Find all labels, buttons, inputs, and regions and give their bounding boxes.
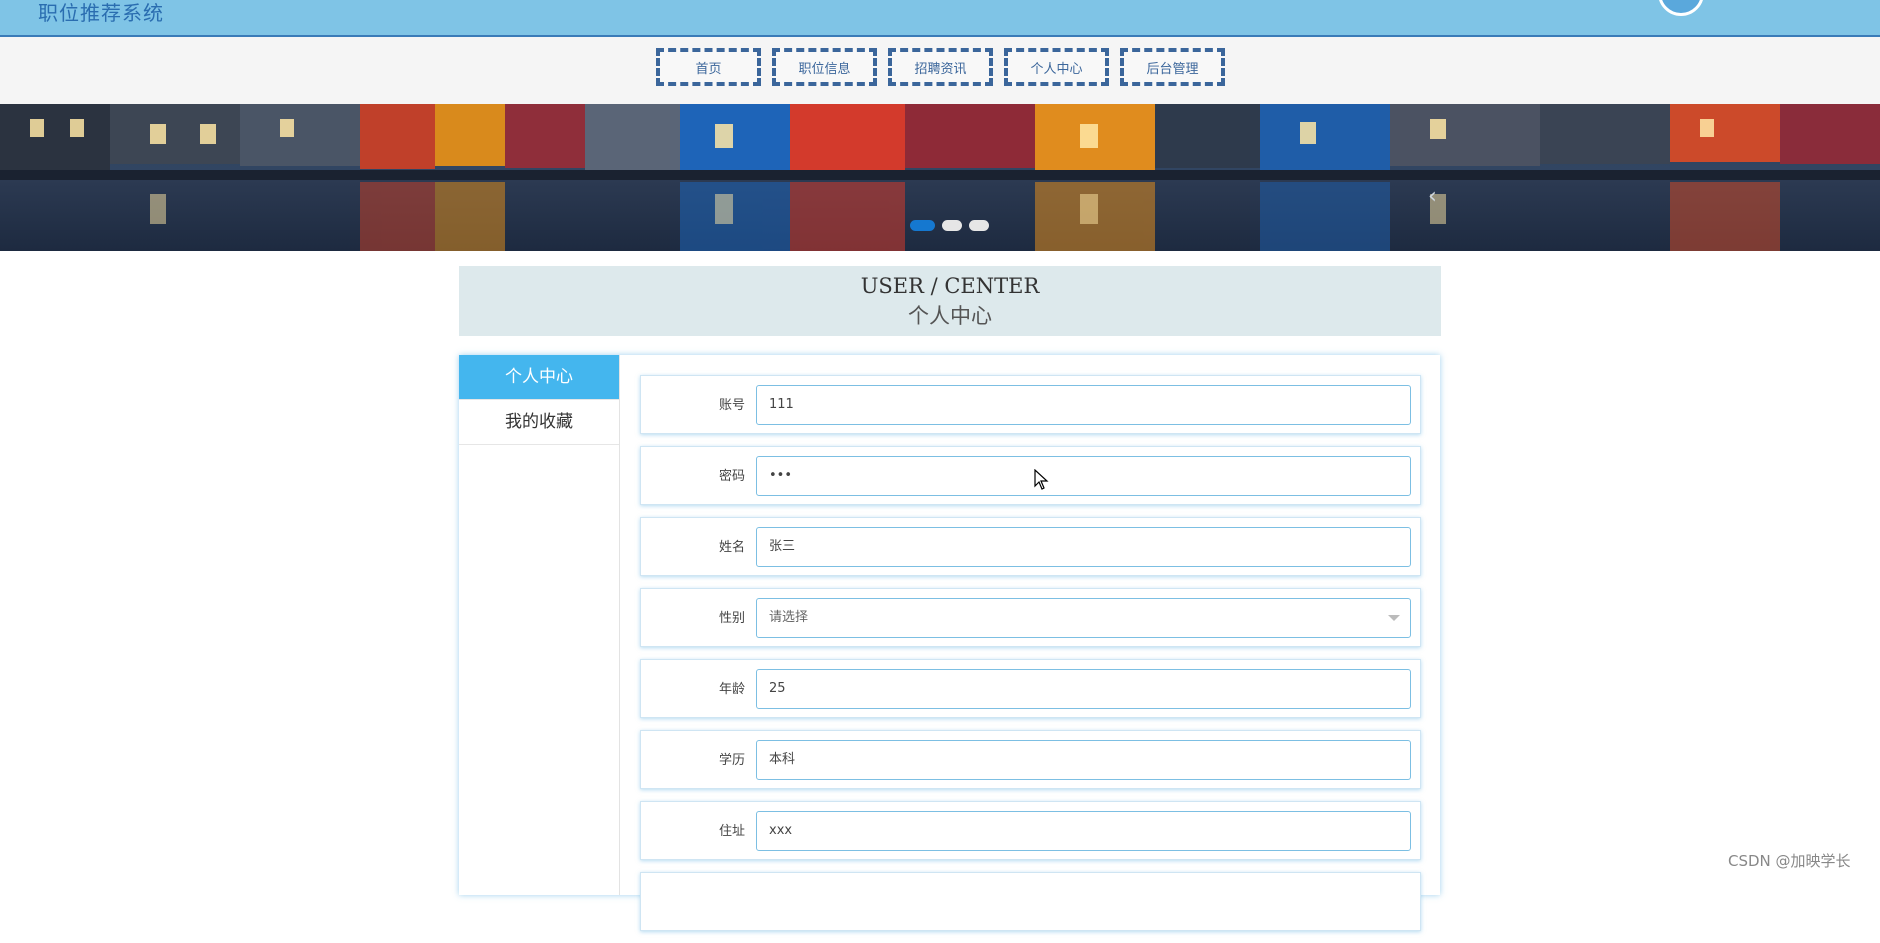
address-input[interactable]: xxx xyxy=(756,811,1411,851)
nav-recruit-news[interactable]: 招聘资讯 xyxy=(888,48,993,86)
nav-admin[interactable]: 后台管理 xyxy=(1120,48,1225,86)
carousel-prev-icon[interactable]: ‹ xyxy=(1428,184,1437,209)
nav-job-info[interactable]: 职位信息 xyxy=(772,48,877,86)
mouse-cursor-icon xyxy=(1034,469,1049,490)
password-label: 密码 xyxy=(718,469,745,484)
sidebar-item-favorites[interactable]: 我的收藏 xyxy=(459,400,619,445)
gender-label: 性别 xyxy=(718,611,745,626)
gender-select-value: 请选择 xyxy=(769,610,809,625)
section-header: USER / CENTER 个人中心 xyxy=(459,266,1441,336)
form-row-password: 密码 ••• xyxy=(640,446,1421,505)
form-row-age: 年龄 25 xyxy=(640,659,1421,718)
form-row-education: 学历 本科 xyxy=(640,730,1421,789)
name-input[interactable]: 张三 xyxy=(756,527,1411,567)
form-row-name: 姓名 张三 xyxy=(640,517,1421,576)
account-label: 账号 xyxy=(718,398,745,413)
carousel-indicators xyxy=(910,220,989,231)
chevron-down-icon xyxy=(1388,615,1400,621)
nav-user-center[interactable]: 个人中心 xyxy=(1004,48,1109,86)
password-input[interactable]: ••• xyxy=(756,456,1411,496)
nav-home[interactable]: 首页 xyxy=(656,48,761,86)
education-label: 学历 xyxy=(718,753,745,768)
watermark: CSDN @加映学长 xyxy=(1728,852,1851,870)
gender-select[interactable]: 请选择 xyxy=(756,598,1411,638)
section-title-cn: 个人中心 xyxy=(908,304,992,328)
sidebar-item-user-center[interactable]: 个人中心 xyxy=(459,355,619,400)
carousel-dot[interactable] xyxy=(969,220,989,231)
carousel-dot[interactable] xyxy=(942,220,962,231)
account-input[interactable]: 111 xyxy=(756,385,1411,425)
form-row-gender: 性别 请选择 xyxy=(640,588,1421,647)
age-label: 年龄 xyxy=(718,682,745,697)
banner-carousel[interactable]: ‹ xyxy=(0,104,1880,251)
user-center-panel: 个人中心 我的收藏 账号 111 密码 ••• 姓名 张三 性别 请选择 年龄 … xyxy=(459,355,1440,931)
age-input[interactable]: 25 xyxy=(756,669,1411,709)
education-input[interactable]: 本科 xyxy=(756,740,1411,780)
form-row-next xyxy=(640,872,1421,931)
name-label: 姓名 xyxy=(718,540,745,555)
form-row-account: 账号 111 xyxy=(640,375,1421,434)
main-nav: 首页 职位信息 招聘资讯 个人中心 后台管理 xyxy=(0,37,1880,104)
profile-form: 账号 111 密码 ••• 姓名 张三 性别 请选择 年龄 25 学历 本科 住… xyxy=(640,375,1421,943)
sidebar: 个人中心 我的收藏 xyxy=(459,355,620,895)
site-title[interactable]: 职位推荐系统 xyxy=(38,0,164,26)
top-header: 职位推荐系统 xyxy=(0,0,1880,37)
avatar[interactable] xyxy=(1658,0,1704,16)
section-title-en: USER / CENTER xyxy=(860,274,1040,298)
address-label: 住址 xyxy=(718,824,745,839)
carousel-dot[interactable] xyxy=(910,220,935,231)
form-row-address: 住址 xxx xyxy=(640,801,1421,860)
